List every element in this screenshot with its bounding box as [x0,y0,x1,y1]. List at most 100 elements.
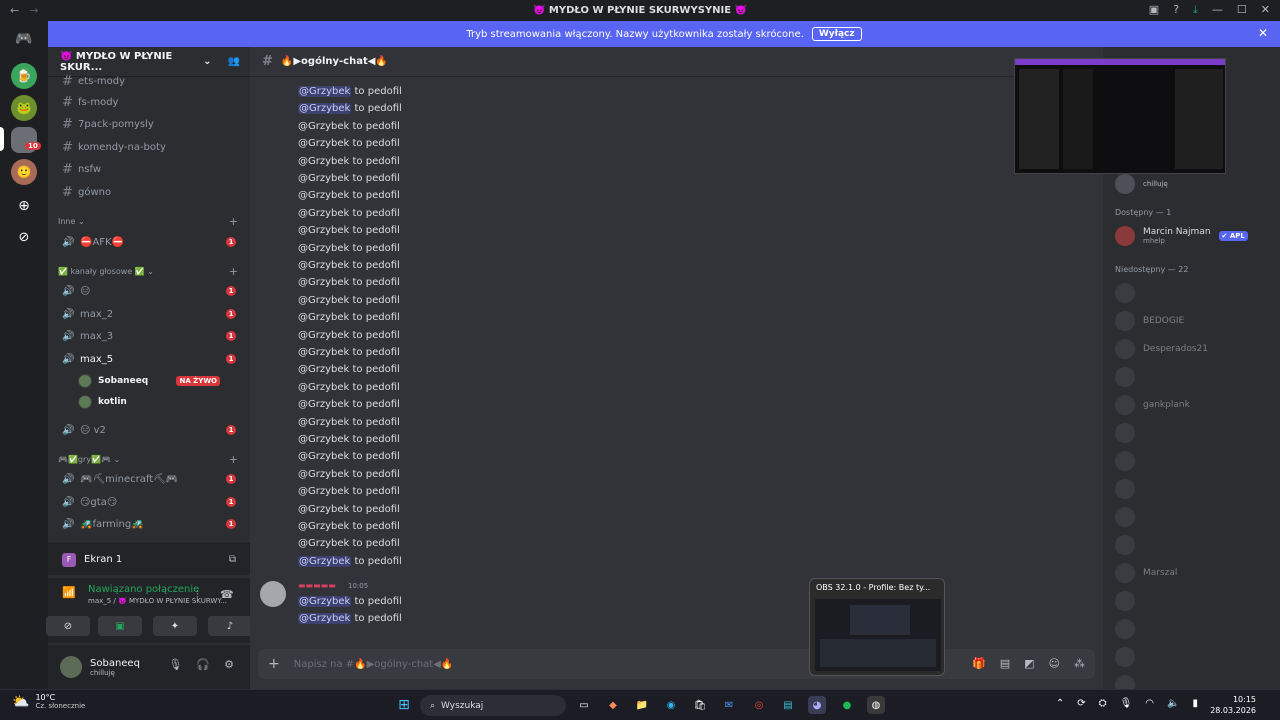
voice-channel-gta[interactable]: 🔊 😏gta😏 1 [58,492,244,512]
message-author[interactable]: ▬▬▬▬▬ [298,581,336,590]
file-explorer-icon[interactable]: 📁 [633,696,651,714]
user-mention[interactable]: @Grzybek [298,555,352,567]
user-mention[interactable]: @Grzybek [298,225,349,236]
gif-icon[interactable]: ▤ [1000,657,1010,670]
emoji-icon[interactable]: ☺ [1049,657,1060,670]
sticker-icon[interactable]: ◩ [1024,657,1034,670]
user-mention[interactable]: @Grzybek [298,208,349,219]
member-offline[interactable] [1115,506,1275,528]
member-offline[interactable] [1115,534,1275,556]
user-mention[interactable]: @Grzybek [298,382,349,393]
microphone-tray-icon[interactable]: 🎙 [1120,698,1133,709]
connection-channel[interactable]: max_5 / 👿 MYDŁO W PŁYNIE SKURWY... [88,597,227,605]
member-offline[interactable] [1115,618,1275,640]
user-mention[interactable]: @Grzybek [298,613,352,624]
member-offline[interactable]: BEDOGIE [1115,310,1275,332]
obs-taskbar-icon[interactable]: ◍ [867,696,885,714]
store-icon[interactable]: 🛍 [691,696,709,714]
inbox-icon[interactable]: ▣ [1149,3,1159,17]
user-mention[interactable]: @Grzybek [298,521,349,532]
voice-channel-max5[interactable]: 🔊 max_5 1 [58,349,244,369]
disconnect-icon[interactable]: ☎ [220,588,234,601]
stream-preview[interactable] [1014,58,1226,174]
plus-icon[interactable]: + [268,656,280,672]
member-offline[interactable]: Marszal [1115,562,1275,584]
server-icon-2[interactable]: 🐸 [11,95,37,121]
gift-icon[interactable]: 🎁 [972,657,986,670]
member-offline[interactable] [1115,422,1275,444]
member-offline[interactable] [1115,646,1275,668]
user-mention[interactable]: @Grzybek [298,190,349,201]
mail-icon[interactable]: ✉ [720,696,738,714]
user-mention[interactable]: @Grzybek [298,538,349,549]
disable-streamer-button[interactable]: Wyłącz [811,27,862,41]
spotify-icon[interactable]: ● [838,696,856,714]
channel-ets-mody[interactable]: # ets-mody [58,71,244,91]
clock[interactable]: 10:15 28.03.2026 [1210,694,1256,716]
screen-share-button[interactable]: ▣ [98,616,142,636]
close-banner-icon[interactable]: ✕ [1258,26,1268,40]
member-top[interactable]: chilluję [1115,173,1275,195]
edge-icon[interactable]: ◉ [662,696,680,714]
user-mention[interactable]: @Grzybek [298,312,349,323]
user-mention[interactable]: @Grzybek [298,86,352,97]
channel-komendy[interactable]: # komendy-na-boty [58,137,244,157]
user-mention[interactable]: @Grzybek [298,504,349,515]
user-mention[interactable]: @Grzybek [298,173,349,184]
user-mention[interactable]: @Grzybek [298,469,349,480]
user-mention[interactable]: @Grzybek [298,260,349,271]
volume-icon[interactable]: 🔈 [1167,698,1179,709]
user-mention[interactable]: @Grzybek [298,295,349,306]
channel-fs-mody[interactable]: # fs-mody [58,92,244,112]
voice-user-kotlin[interactable]: kotlin [78,392,244,412]
member-marcin[interactable]: Marcin Najman mhelp ✔ APL [1115,225,1275,247]
member-offline[interactable]: Desperados21 [1115,338,1275,360]
voice-channel-afk[interactable]: 🔊 ⛔AFK⛔ 1 [58,232,244,252]
category-inne[interactable]: Inne ⌄ + [58,215,244,228]
add-channel-icon[interactable]: + [229,215,238,228]
app-icon[interactable]: ▤ [779,696,797,714]
user-mention[interactable]: @Grzybek [298,103,352,115]
camera-off-button[interactable]: ⊘ [46,616,90,636]
user-mention[interactable]: @Grzybek [298,277,349,288]
taskbar-search[interactable]: ⌕ Wyszukaj [420,695,566,716]
forward-arrow-icon[interactable]: → [29,4,38,17]
soundboard-button[interactable]: ♪ [208,616,252,636]
member-offline[interactable] [1115,590,1275,612]
server-icon-4[interactable]: 🙂 [11,159,37,185]
discord-home-icon[interactable]: 🎮 [11,26,37,52]
user-mention[interactable]: @Grzybek [298,138,349,149]
obs-taskbar-preview[interactable]: OBS 32.1.0 - Profile: Bez ty... [809,578,945,676]
message-composer[interactable]: + Napisz na #🔥▶ogólny-chat◀🔥 🎁 ▤ ◩ ☺ ⁂ [258,649,1095,679]
help-icon[interactable]: ? [1173,3,1179,17]
user-mention[interactable]: @Grzybek [298,156,349,167]
member-offline[interactable] [1115,366,1275,388]
user-mention[interactable]: @Grzybek [298,330,349,341]
task-view-icon[interactable]: ▭ [575,696,593,714]
user-mention[interactable]: @Grzybek [298,486,349,497]
apps-icon[interactable]: ⁂ [1074,657,1085,670]
weather-widget[interactable]: ⛅ 10°C Cz. słonecznie [12,693,85,710]
popout-icon[interactable]: ⧉ [229,554,236,565]
server-icon-1[interactable]: 🍺 [11,63,37,89]
microphone-icon[interactable]: 🎙 [168,658,182,671]
noise-icon[interactable]: ⫶ [196,588,199,602]
user-mention[interactable]: @Grzybek [298,121,349,132]
user-mention[interactable]: @Grzybek [298,417,349,428]
voice-channel-max3[interactable]: 🔊 max_3 1 [58,326,244,346]
user-mention[interactable]: @Grzybek [298,347,349,358]
voice-channel-1[interactable]: 🔊 😑 1 [58,281,244,301]
category-gry[interactable]: 🎮✅gry✅🎮 ⌄ + [58,453,244,466]
channel-nsfw[interactable]: # nsfw [58,159,244,179]
add-channel-icon[interactable]: + [229,265,238,278]
battery-icon[interactable]: ▮ [1192,698,1198,709]
add-channel-icon[interactable]: + [229,453,238,466]
maximize-icon[interactable]: ☐ [1237,3,1247,17]
channel-7pack[interactable]: #7pack-pomysly [58,114,244,134]
avatar[interactable] [260,581,286,607]
voice-channel-v2[interactable]: 🔊 😑 v2 1 [58,420,244,440]
message-input[interactable]: Napisz na #🔥▶ogólny-chat◀🔥 [294,659,454,670]
close-window-icon[interactable]: ✕ [1261,3,1270,17]
minimize-icon[interactable]: — [1212,3,1223,17]
screen-share-panel[interactable]: F Ekran 1 ⧉ [48,543,250,575]
